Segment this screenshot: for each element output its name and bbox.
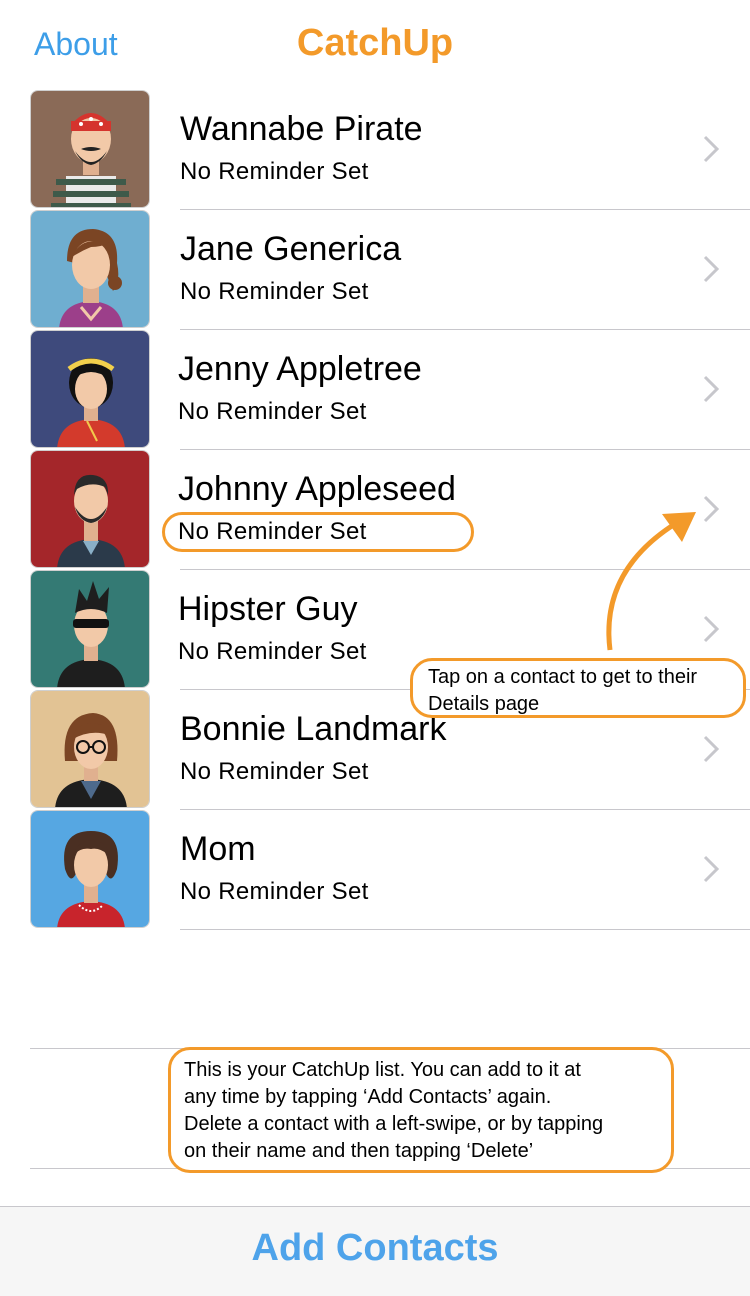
contact-name: Wannabe Pirate: [180, 110, 423, 148]
contact-row[interactable]: Wannabe Pirate No Reminder Set: [0, 90, 750, 210]
list-info-line3: Delete a contact with a left-swipe, or b…: [184, 1113, 604, 1135]
list-info-line2: any time by tapping ‘Add Contacts’ again…: [184, 1086, 552, 1108]
contact-name: Mom: [180, 830, 256, 868]
callout-arrow-icon: [606, 512, 696, 651]
add-contacts-button[interactable]: Add Contacts: [0, 1227, 750, 1270]
contact-row[interactable]: Mom No Reminder Set: [0, 810, 750, 930]
page-title: CatchUp: [296, 22, 454, 64]
tap-callout-line1: Tap on a contact to get to their: [428, 666, 698, 688]
pirate-avatar-icon: [30, 90, 150, 208]
list-info-line1: This is your CatchUp list. You can add t…: [184, 1059, 581, 1081]
list-info-callout: This is your CatchUp list. You can add t…: [168, 1047, 674, 1173]
reminder-status: No Reminder Set: [178, 638, 367, 665]
bottom-toolbar: Add Contacts: [0, 1206, 750, 1296]
reminder-status: No Reminder Set: [178, 398, 367, 425]
chevron-right-icon: [703, 735, 720, 763]
status-highlight: [162, 512, 474, 552]
hipster-avatar-icon: [30, 570, 150, 688]
glasses-woman-avatar-icon: [30, 690, 150, 808]
chevron-right-icon: [703, 135, 720, 163]
contact-name: Hipster Guy: [178, 590, 358, 628]
bearded-man-avatar-icon: [30, 450, 150, 568]
reminder-status: No Reminder Set: [180, 758, 369, 785]
girl-headband-avatar-icon: [30, 330, 150, 448]
tap-callout: Tap on a contact to get to their Details…: [410, 658, 746, 718]
row-separator: [180, 929, 750, 930]
chevron-right-icon: [703, 375, 720, 403]
woman-avatar-icon: [30, 210, 150, 328]
contact-name: Bonnie Landmark: [180, 710, 447, 748]
contact-row[interactable]: Jenny Appletree No Reminder Set: [0, 330, 750, 450]
contact-name: Jane Generica: [180, 230, 402, 268]
chevron-right-icon: [703, 255, 720, 283]
reminder-status: No Reminder Set: [180, 878, 369, 905]
contact-name: Jenny Appletree: [178, 350, 422, 388]
reminder-status: No Reminder Set: [180, 278, 369, 305]
tap-callout-line2: Details page: [428, 693, 540, 715]
contact-row[interactable]: Jane Generica No Reminder Set: [0, 210, 750, 330]
contact-name: Johnny Appleseed: [178, 470, 456, 508]
reminder-status: No Reminder Set: [180, 158, 369, 185]
mom-avatar-icon: [30, 810, 150, 928]
chevron-right-icon: [703, 855, 720, 883]
list-info-line4: on their name and then tapping ‘Delete’: [184, 1140, 534, 1162]
